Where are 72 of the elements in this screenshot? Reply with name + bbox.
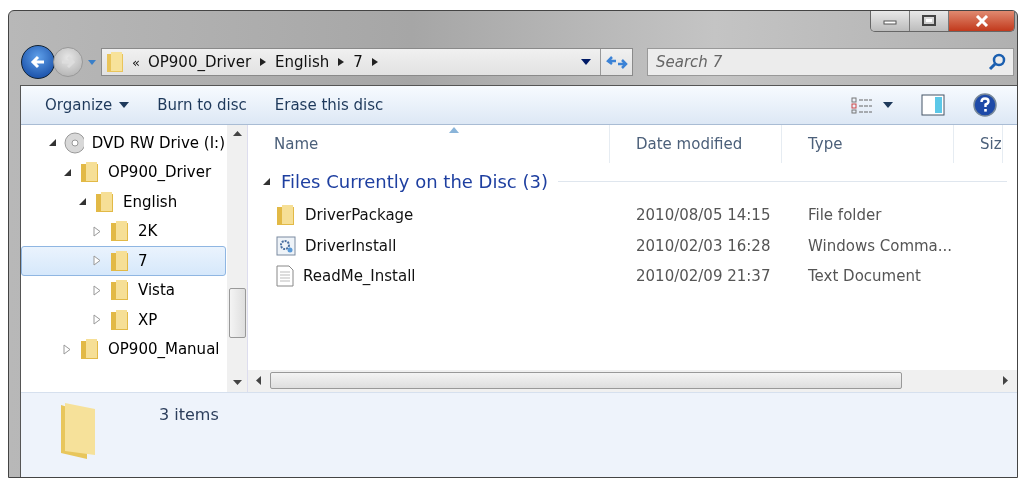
crumb-arrow-icon[interactable] [337, 57, 346, 67]
tree-item[interactable]: 7 [21, 246, 226, 276]
horizontal-scrollbar[interactable] [248, 370, 1017, 392]
address-bar[interactable]: « OP900_Driver English 7 [101, 48, 633, 76]
toolbar-button[interactable]: Organize [35, 92, 140, 118]
overflow-chevron[interactable]: « [132, 54, 140, 70]
group-header[interactable]: Files Currently on the Disc (3) [281, 171, 548, 192]
file-name[interactable]: DriverInstall [305, 236, 397, 255]
search-icon[interactable] [988, 53, 1006, 71]
folder-icon [80, 161, 100, 184]
date-cell-text: 2010/08/05 14:15 [635, 206, 772, 225]
caret-icon[interactable] [883, 102, 893, 108]
breadcrumb[interactable]: OP900_Driver [147, 53, 252, 71]
folder-icon [276, 204, 296, 227]
crumb-arrow-icon[interactable] [370, 57, 379, 67]
scroll-thumb[interactable] [270, 371, 902, 389]
vertical-scrollbar[interactable] [227, 125, 247, 392]
scroll-right-icon[interactable] [1003, 375, 1009, 385]
column-header[interactable]: Date modified [610, 125, 782, 163]
scroll-left-icon[interactable] [256, 375, 262, 385]
breadcrumb[interactable]: 7 [353, 53, 363, 71]
tree-item[interactable]: Vista [21, 275, 226, 305]
date-cell-text: 2010/02/03 16:28 [635, 236, 772, 255]
type-cell-text: File folder [807, 206, 883, 225]
refresh-arrows-icon[interactable] [605, 53, 628, 71]
sort-arrow-icon [449, 127, 459, 133]
maximize-icon[interactable] [921, 15, 937, 27]
expanded-arrow-icon[interactable] [48, 138, 57, 148]
file-name[interactable]: DriverPackage [305, 206, 414, 225]
close-button[interactable] [949, 11, 1014, 31]
tree-item[interactable]: English [21, 187, 226, 217]
address-dropdown-icon[interactable] [580, 58, 592, 66]
help-icon[interactable] [973, 93, 997, 117]
tree-item[interactable]: XP [21, 305, 226, 335]
scroll-up-icon[interactable] [232, 131, 242, 137]
folder-icon [110, 249, 130, 272]
type-cell-text: Windows Comma... [807, 236, 954, 255]
folder-icon [110, 220, 130, 243]
preview-pane-icon[interactable] [921, 94, 945, 116]
folder-icon [110, 279, 130, 302]
expanded-arrow-icon[interactable] [63, 167, 72, 177]
toolbar-button[interactable]: Erase this disc [264, 92, 394, 118]
expanded-arrow-icon[interactable] [78, 197, 87, 207]
folder-icon [95, 190, 115, 213]
search-field[interactable]: Search 7 [647, 48, 1014, 76]
scroll-thumb[interactable] [228, 288, 246, 338]
expanded-arrow-icon[interactable] [262, 177, 271, 186]
gear-file-icon [276, 235, 296, 256]
close-icon[interactable] [973, 15, 990, 27]
scroll-down-icon[interactable] [232, 380, 242, 386]
column-header[interactable]: Siz [954, 125, 1003, 163]
toolbar-button[interactable]: Burn to disc [147, 92, 257, 118]
folder-icon [110, 308, 130, 331]
maximize-button[interactable] [910, 11, 949, 31]
item-count: 3 items [159, 405, 219, 424]
file-name[interactable]: ReadMe_Install [303, 267, 416, 286]
crumb-arrow-icon[interactable] [259, 57, 268, 67]
tree-item[interactable]: OP900_Manual [21, 334, 226, 364]
tree-item[interactable]: DVD RW Drive (I:) [21, 128, 226, 158]
caret-icon[interactable] [119, 102, 130, 108]
date-cell-text: 2010/02/09 21:37 [635, 267, 772, 286]
column-header[interactable]: Type [782, 125, 954, 163]
tree-item[interactable]: OP900_Driver [21, 157, 226, 187]
minimize-button[interactable] [871, 11, 910, 31]
folder-icon [106, 51, 124, 73]
folder-icon [80, 338, 100, 361]
details-list-icon[interactable] [851, 96, 873, 114]
tree-item[interactable]: 2K [21, 216, 226, 246]
text-document-icon [276, 265, 294, 288]
back-button[interactable] [21, 45, 55, 79]
breadcrumb[interactable]: English [275, 53, 330, 71]
type-cell-text: Text Document [807, 267, 922, 286]
